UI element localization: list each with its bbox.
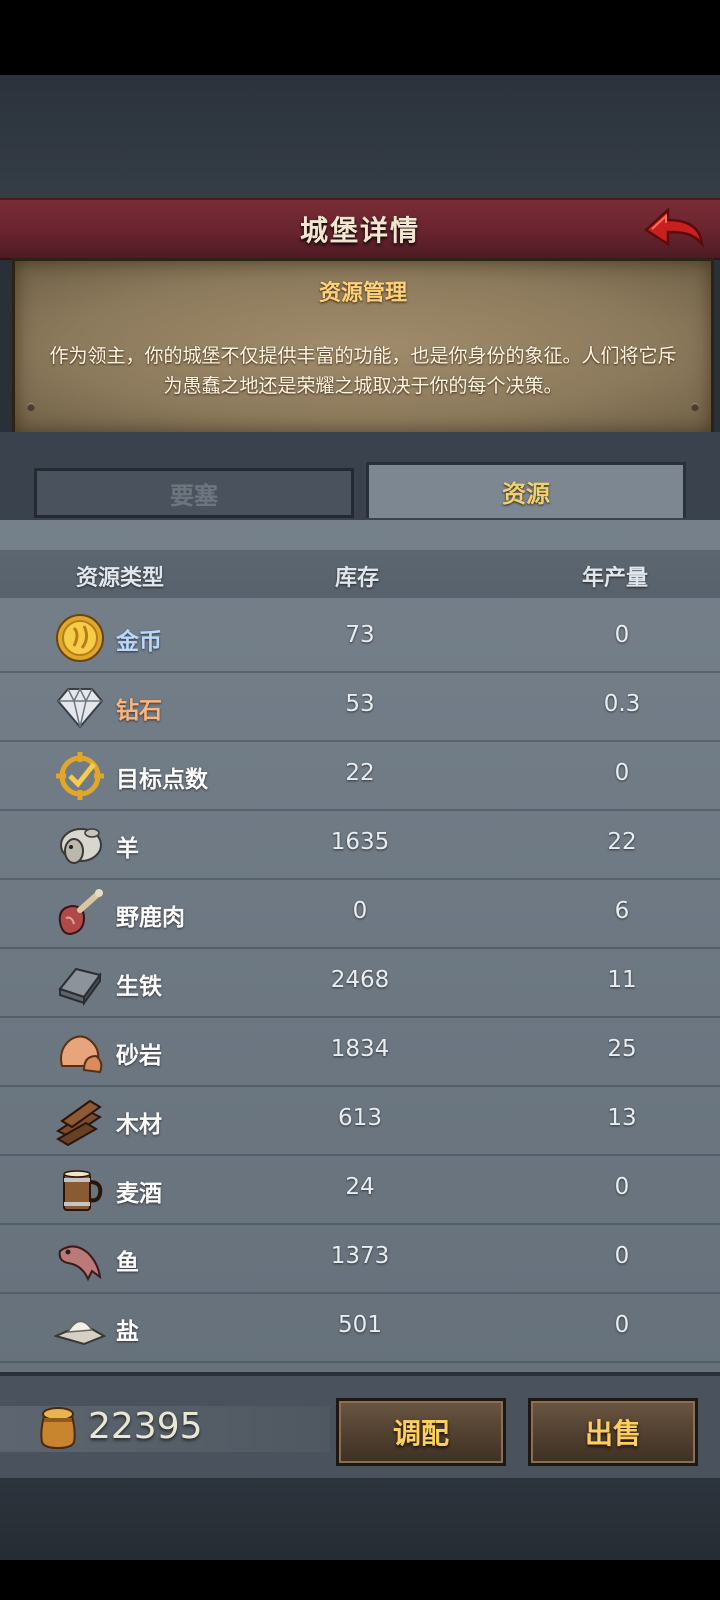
table-row: 砂岩 1834 25 [0,1018,720,1087]
fish-icon [58,1245,102,1282]
resource-stock: 53 [345,691,375,717]
sell-button[interactable]: 出售 [528,1398,698,1466]
resource-production: 0 [614,1243,630,1269]
bottom-toolbar: 22395 调配 出售 [0,1372,720,1482]
table-row: 鱼 1373 0 [0,1225,720,1294]
rivet [691,403,699,411]
resource-name: 鱼 [116,1250,139,1276]
resource-name: 砂岩 [116,1043,162,1069]
back-arrow-icon[interactable] [642,204,706,254]
resource-stock: 1834 [330,1036,390,1062]
resource-production: 13 [607,1105,637,1131]
tab-bar: 要塞 资源 [0,432,720,522]
resource-name: 麦酒 [116,1181,162,1207]
resource-stock: 501 [338,1312,382,1338]
money-bag-icon [40,1407,76,1450]
resource-name: 盐 [116,1319,139,1345]
resource-stock: 24 [345,1174,375,1200]
resource-name: 野鹿肉 [116,905,185,931]
wood-icon [56,1099,102,1147]
info-description: 作为领主，你的城堡不仅提供丰富的功能，也是你身份的象征。人们将它斥为愚蠢之地还是… [49,345,677,397]
resource-stock: 613 [338,1105,382,1131]
resource-table: 资源类型 库存 年产量 金币 73 0 钻石 53 0.3 目标点数 22 0 … [0,520,720,1372]
table-row: 目标点数 22 0 [0,742,720,811]
gold-coin-icon [56,614,104,662]
table-row: 钻石 53 0.3 [0,673,720,742]
table-row: 生铁 2468 11 [0,949,720,1018]
iron-icon [58,967,102,1007]
venison-icon [58,889,103,936]
resource-name: 羊 [116,836,139,862]
resource-name: 木材 [116,1112,162,1138]
resource-name: 钻石 [116,698,162,724]
table-header: 资源类型 库存 年产量 [0,550,720,598]
resource-name: 目标点数 [116,767,208,793]
diamond-icon [56,687,104,729]
sheep-icon [60,828,102,864]
resource-production: 0 [614,1174,630,1200]
column-stock: 库存 [335,566,380,591]
tab-fortress[interactable]: 要塞 [34,468,354,518]
salt-icon [54,1320,106,1346]
resource-production: 22 [607,829,637,855]
background-top [0,75,720,200]
tab-resources[interactable]: 资源 [366,462,686,518]
table-row: 麦酒 24 0 [0,1156,720,1225]
navigation-bar-area [0,1560,720,1600]
resource-production: 25 [607,1036,637,1062]
info-subtitle: 资源管理 [318,281,407,306]
resource-production: 0.3 [603,691,641,717]
table-row: 盐 501 0 [0,1294,720,1363]
resource-stock: 22 [345,760,375,786]
rivet [27,403,35,411]
resource-production: 0 [614,622,630,648]
resource-stock: 73 [345,622,375,648]
resource-stock: 2468 [330,967,390,993]
info-panel: 资源管理 作为领主，你的城堡不仅提供丰富的功能，也是你身份的象征。人们将它斥为愚… [12,258,714,436]
table-row: 金币 73 0 [0,604,720,673]
resource-production: 0 [614,1312,630,1338]
resource-stock: 1373 [330,1243,390,1269]
resource-list[interactable]: 金币 73 0 钻石 53 0.3 目标点数 22 0 羊 1635 22 野鹿… [0,604,720,1363]
resource-stock: 1635 [330,829,390,855]
status-bar-area [0,0,720,75]
sandstone-icon [60,1035,103,1074]
ale-icon [63,1170,103,1211]
resource-stock: 0 [352,898,368,924]
page-title: 城堡详情 [299,214,420,247]
resource-name: 金币 [116,629,162,655]
allocate-button[interactable]: 调配 [336,1398,506,1466]
money-amount: 22395 [88,1406,203,1447]
background-bottom [0,1478,720,1560]
resource-production: 6 [614,898,630,924]
table-row: 羊 1635 22 [0,811,720,880]
resource-production: 0 [614,760,630,786]
table-row: 木材 613 13 [0,1087,720,1156]
target-points-icon [56,752,104,800]
title-bar: 城堡详情 [0,198,720,260]
column-annual-production: 年产量 [582,566,649,591]
column-resource-type: 资源类型 [76,566,165,591]
table-row: 野鹿肉 0 6 [0,880,720,949]
resource-name: 生铁 [116,974,162,1000]
resource-production: 11 [607,967,637,993]
